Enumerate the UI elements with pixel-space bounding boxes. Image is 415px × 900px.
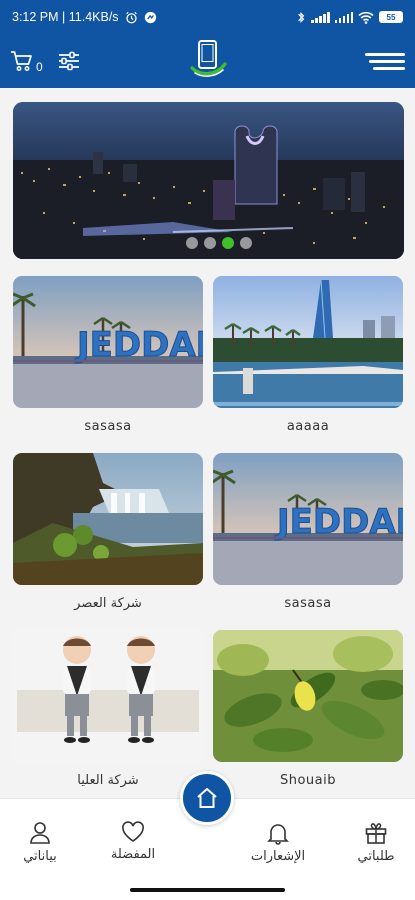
status-right: 55 bbox=[296, 11, 403, 24]
cart-count: 0 bbox=[36, 60, 43, 74]
home-icon bbox=[197, 788, 217, 808]
signal-icon-2 bbox=[334, 11, 353, 23]
jeddah-waterfront-image bbox=[213, 276, 403, 408]
app-bar: 0 bbox=[0, 34, 415, 88]
nav-favorites-label: المفضلة bbox=[110, 847, 156, 862]
grid-item[interactable]: Shouaib bbox=[213, 630, 403, 788]
menu-icon[interactable] bbox=[365, 52, 405, 70]
grid-item-image bbox=[213, 276, 403, 408]
jeddah-sign-image-2: JEDDAH bbox=[213, 453, 403, 585]
grid-item[interactable]: شركة العصر bbox=[13, 453, 203, 611]
banner-dot-active[interactable] bbox=[221, 237, 234, 249]
nav-notifications[interactable]: الإشعارات bbox=[238, 821, 318, 864]
wifi-icon bbox=[358, 11, 374, 24]
app-bar-left: 0 bbox=[10, 50, 81, 74]
nav-orders-label: طلباتي bbox=[357, 849, 395, 864]
lemon-tree-image bbox=[213, 630, 403, 762]
app-logo bbox=[190, 40, 227, 77]
nav-favorites[interactable]: المفضلة bbox=[93, 821, 173, 862]
banner-slider[interactable] bbox=[13, 102, 404, 259]
grid-item-image bbox=[213, 630, 403, 762]
banner-dot[interactable] bbox=[203, 237, 216, 249]
home-button[interactable] bbox=[180, 771, 234, 825]
bluetooth-icon bbox=[298, 11, 305, 23]
app-notification-icon bbox=[144, 11, 156, 23]
bottom-navigation: بياناتي المفضلة الإشعارات طلباتي bbox=[0, 771, 415, 900]
grid-item-label: شركة العصر bbox=[74, 596, 142, 611]
banner-dots bbox=[13, 237, 404, 249]
nav-profile-label: بياناتي bbox=[23, 849, 57, 864]
alarm-icon bbox=[125, 11, 137, 23]
grid-item-label: Shouaib bbox=[279, 773, 336, 788]
banner-dot[interactable] bbox=[239, 237, 252, 249]
signal-icon-1 bbox=[311, 11, 330, 23]
battery-icon: 55 bbox=[379, 11, 403, 23]
cart-icon bbox=[11, 51, 32, 71]
user-icon bbox=[30, 822, 50, 844]
jeddah-sign-image: JEDDAH bbox=[13, 276, 203, 408]
toddlers-image bbox=[13, 630, 203, 762]
grid-item-label: aaaaa bbox=[286, 419, 330, 434]
grid-item[interactable]: aaaaa bbox=[213, 276, 403, 434]
main-content: JEDDAH sasasa aaaaa bbox=[0, 88, 415, 798]
svg-text:JEDDAH: JEDDAH bbox=[75, 325, 203, 365]
banner-image bbox=[13, 102, 404, 259]
heart-icon bbox=[122, 821, 144, 842]
status-left: 3:12 PM | 11.4KB/s bbox=[12, 10, 157, 24]
grid-item-image bbox=[13, 453, 203, 585]
battery-level: 55 bbox=[386, 12, 396, 22]
status-time: 3:12 PM | 11.4KB/s bbox=[12, 10, 119, 24]
grid-item-image bbox=[13, 630, 203, 762]
grid-item-label: sasasa bbox=[284, 596, 332, 611]
bell-icon bbox=[267, 824, 289, 845]
nav-notifications-label: الإشعارات bbox=[250, 849, 306, 864]
grid-item-label: شركة العليا bbox=[77, 773, 139, 788]
gesture-bar bbox=[130, 888, 285, 892]
svg-text:JEDDAH: JEDDAH bbox=[275, 502, 403, 542]
grid-item-image: JEDDAH bbox=[13, 276, 203, 408]
filter-sliders-icon[interactable] bbox=[57, 50, 81, 72]
grid-item-label: sasasa bbox=[84, 419, 132, 434]
grid-item-image: JEDDAH bbox=[213, 453, 403, 585]
banner-dot[interactable] bbox=[185, 237, 198, 249]
grid-item[interactable]: JEDDAH sasasa bbox=[213, 453, 403, 611]
status-bar: 3:12 PM | 11.4KB/s 55 bbox=[0, 0, 415, 34]
gift-icon bbox=[365, 823, 387, 844]
grid-item[interactable]: شركة العليا bbox=[13, 630, 203, 788]
nav-profile[interactable]: بياناتي bbox=[0, 821, 80, 864]
nav-orders[interactable]: طلباتي bbox=[336, 821, 415, 864]
cart-button[interactable]: 0 bbox=[10, 50, 43, 74]
grid-item[interactable]: JEDDAH sasasa bbox=[13, 276, 203, 434]
waterfall-image bbox=[13, 453, 203, 585]
